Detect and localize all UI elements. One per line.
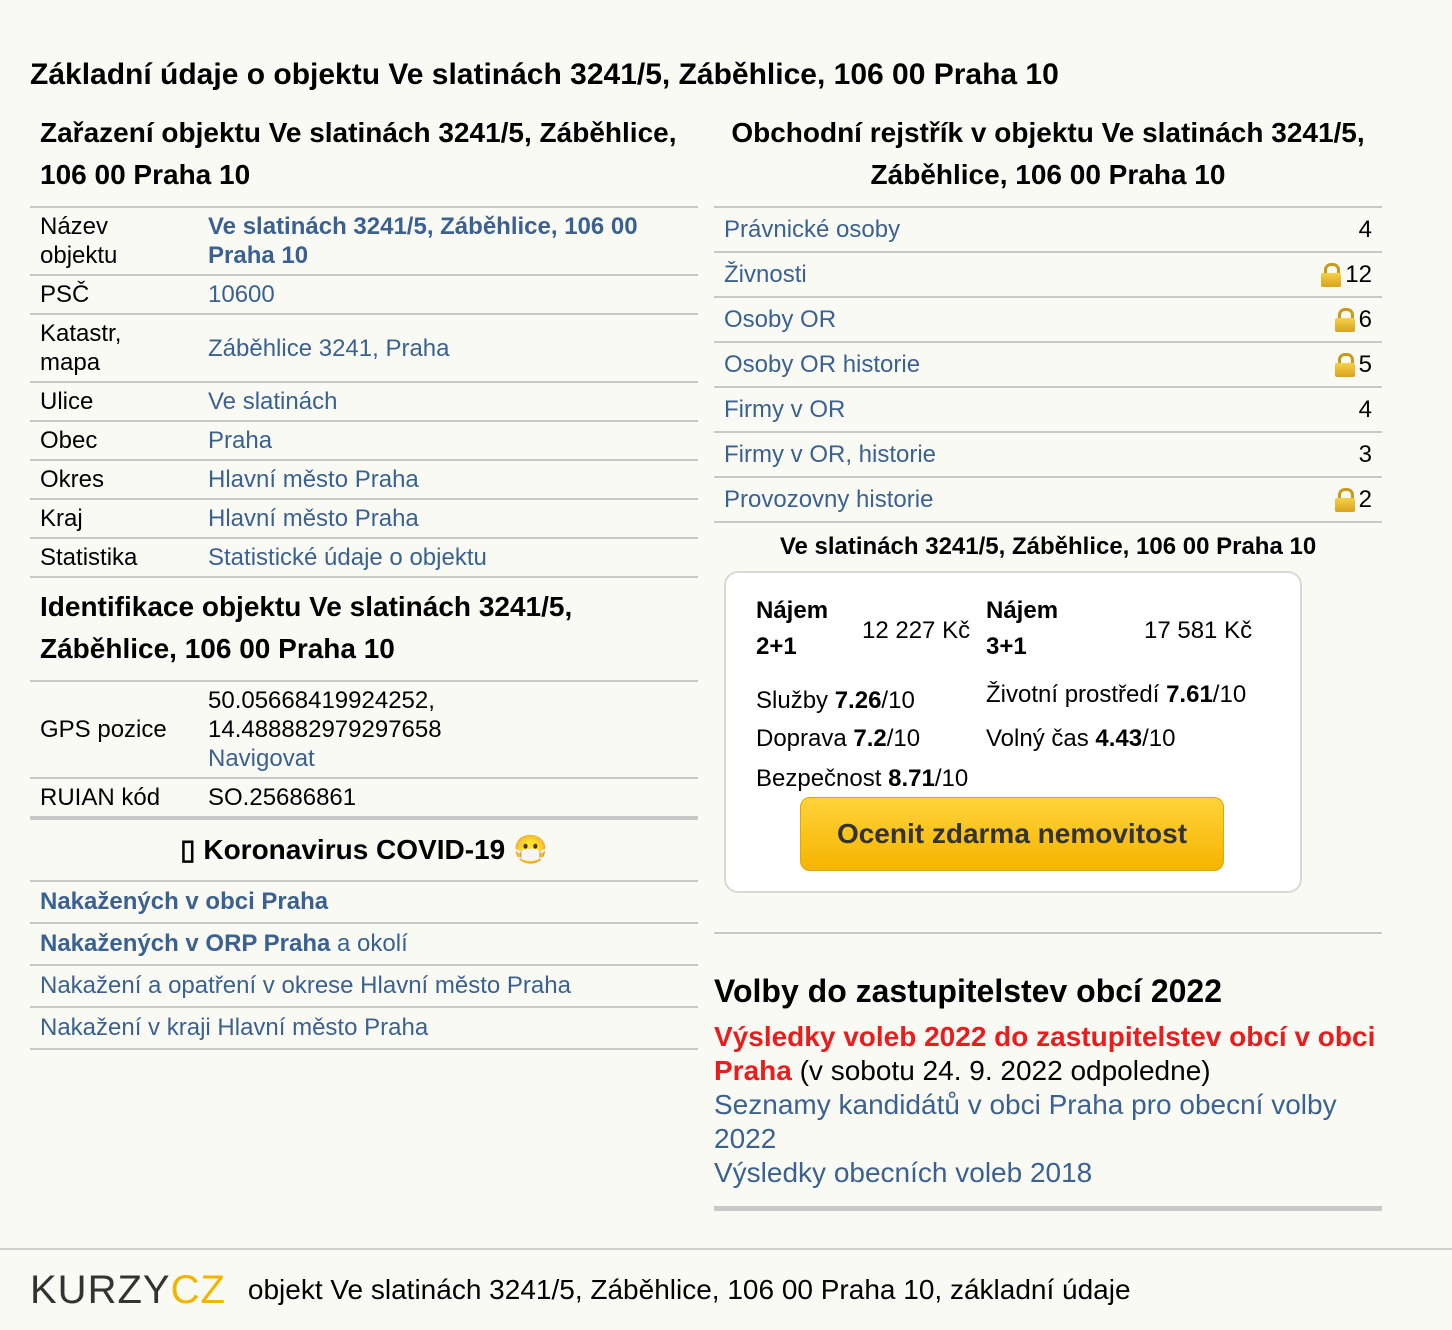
zivotni-prostredi-score: Životní prostředí 7.61/10 (986, 681, 1247, 708)
obec-link[interactable]: Praha (208, 427, 272, 454)
table-row: RUIAN kód SO.25686861 (30, 777, 698, 818)
najem-2plus1-value: 12 227 Kč (862, 617, 971, 644)
row-key: GPS pozice (30, 680, 198, 778)
kurzy-logo[interactable]: KURZYCZ (30, 1268, 226, 1313)
table-row: PSČ 10600 (30, 274, 698, 314)
kandidati-link[interactable]: Seznamy kandidátů v obci Praha pro obecn… (714, 1089, 1337, 1154)
najem-3plus1-value: 17 581 Kč (1144, 617, 1253, 644)
navigate-link[interactable]: Navigovat (208, 745, 315, 772)
lock-icon (1334, 307, 1355, 332)
doprava-score: Doprava 7.2/10 (756, 725, 921, 752)
identifikace-table: GPS pozice 50.05668419924252, 14.4888829… (30, 680, 698, 818)
lock-icon (1321, 262, 1342, 287)
right-column: Obchodní rejstřík v objektu Ve slatinách… (714, 110, 1382, 893)
volby-section: Volby do zastupitelstev obcí 2022 Výsled… (714, 932, 1382, 1211)
table-row: Obec Praha (30, 420, 698, 460)
list-item: Nakažených v obci Praha (30, 882, 698, 924)
row-key: Okres (30, 459, 198, 499)
rejstrik-list: Právnické osoby 4 Živnosti 12 Osoby OR 6… (714, 206, 1382, 523)
covid-okres-link[interactable]: Nakažení a opatření v okrese Hlavní měst… (40, 972, 571, 999)
count: 2 (1358, 485, 1372, 513)
volby-results-line: Výsledky voleb 2022 do zastupitelstev ob… (714, 1020, 1382, 1088)
okres-link[interactable]: Hlavní město Praha (208, 466, 419, 493)
provozovny-historie-link[interactable]: Provozovny historie (724, 486, 933, 514)
psc-link[interactable]: 10600 (208, 281, 275, 308)
ulice-link[interactable]: Ve slatinách (208, 388, 337, 415)
rejstrik-heading: Obchodní rejstřík v objektu Ve slatinách… (731, 117, 1365, 190)
list-item: Nakažení a opatření v okrese Hlavní měst… (30, 966, 698, 1008)
list-item: Živnosti 12 (714, 253, 1382, 298)
table-row: Ulice Ve slatinách (30, 381, 698, 421)
table-row: GPS pozice 50.05668419924252, 14.4888829… (30, 680, 698, 778)
table-row: Okres Hlavní město Praha (30, 459, 698, 499)
firmy-or-link[interactable]: Firmy v OR (724, 396, 845, 424)
gps-lon: 14.488882979297658 (208, 716, 442, 743)
kraj-link[interactable]: Hlavní město Praha (208, 505, 419, 532)
volby-heading: Volby do zastupitelstev obcí 2022 (714, 973, 1222, 1009)
zivnosti-link[interactable]: Živnosti (724, 261, 807, 289)
count: 5 (1358, 350, 1372, 378)
najem-3plus1-label: Nájem 3+1 (986, 597, 1059, 660)
row-key: Katastr, mapa (30, 313, 198, 382)
zarazeni-heading: Zařazení objektu Ve slatinách 3241/5, Zá… (40, 117, 677, 190)
covid-orp-link[interactable]: Nakažených v ORP Praha a okolí (40, 930, 408, 957)
row-key: PSČ (30, 274, 198, 314)
sluzby-score: Služby 7.26/10 (756, 687, 915, 714)
list-item: Právnické osoby 4 (714, 208, 1382, 253)
list-item: Nakažených v ORP Praha a okolí (30, 924, 698, 966)
ocenit-nemovitost-button[interactable]: Ocenit zdarma nemovitost (800, 797, 1224, 871)
volby-date-note: (v sobotu 24. 9. 2022 odpoledne) (791, 1055, 1211, 1086)
volby-2018-link[interactable]: Výsledky obecních voleb 2018 (714, 1157, 1092, 1188)
list-item: Osoby OR 6 (714, 298, 1382, 343)
lock-icon (1334, 352, 1355, 377)
row-key: RUIAN kód (30, 777, 198, 818)
bezpecnost-score: Bezpečnost 8.71/10 (756, 765, 969, 792)
count: 6 (1358, 305, 1372, 333)
osoby-or-link[interactable]: Osoby OR (724, 306, 836, 334)
list-item: Firmy v OR 4 (714, 388, 1382, 433)
left-column: Zařazení objektu Ve slatinách 3241/5, Zá… (30, 110, 698, 1050)
footer: KURZYCZ objekt Ve slatinách 3241/5, Zábě… (0, 1248, 1452, 1330)
object-name-link[interactable]: Ve slatinách 3241/5, Záběhlice, 106 00 P… (208, 213, 638, 269)
row-key: Kraj (30, 498, 198, 538)
count: 12 (1345, 260, 1372, 288)
zarazeni-table: Název objektu Ve slatinách 3241/5, Záběh… (30, 206, 698, 578)
row-key: Obec (30, 420, 198, 460)
covid-heading: ▯ Koronavirus COVID-19 😷 (30, 818, 698, 880)
count: 4 (1358, 395, 1372, 423)
firmy-or-historie-link[interactable]: Firmy v OR, historie (724, 441, 936, 469)
row-key: Statistika (30, 537, 198, 578)
pravnicke-osoby-link[interactable]: Právnické osoby (724, 216, 900, 244)
list-item: Firmy v OR, historie 3 (714, 433, 1382, 478)
row-key: Název objektu (30, 206, 198, 275)
count: 4 (1358, 215, 1372, 243)
najem-2plus1-label: Nájem 2+1 (756, 597, 829, 660)
price-box: Nájem 2+1 12 227 Kč Nájem 3+1 17 581 Kč Sl… (724, 571, 1302, 893)
covid-kraj-link[interactable]: Nakažení v kraji Hlavní město Praha (40, 1014, 428, 1041)
list-item: Osoby OR historie 5 (714, 343, 1382, 388)
identifikace-heading: Identifikace objektu Ve slatinách 3241/5… (40, 591, 573, 664)
katastr-link[interactable]: Záběhlice 3241, Praha (208, 335, 450, 362)
covid-list: Nakažených v obci Praha Nakažených v ORP… (30, 880, 698, 1050)
osoby-or-historie-link[interactable]: Osoby OR historie (724, 351, 920, 379)
gps-value: 50.05668419924252, 14.488882979297658 Na… (198, 680, 698, 778)
footer-text: objekt Ve slatinách 3241/5, Záběhlice, 1… (247, 1274, 1131, 1305)
row-key: Ulice (30, 381, 198, 421)
page-title: Základní údaje o objektu Ve slatinách 32… (30, 58, 1059, 91)
lock-icon (1334, 487, 1355, 512)
count: 3 (1358, 440, 1372, 468)
list-item: Provozovny historie 2 (714, 478, 1382, 523)
table-row: Kraj Hlavní město Praha (30, 498, 698, 538)
ruian-value: SO.25686861 (198, 777, 698, 818)
table-row: Statistika Statistické údaje o objektu (30, 537, 698, 578)
list-item: Nakažení v kraji Hlavní město Praha (30, 1008, 698, 1050)
gps-lat: 50.05668419924252, (208, 687, 435, 714)
statistika-link[interactable]: Statistické údaje o objektu (208, 544, 487, 571)
volny-cas-score: Volný čas 4.43/10 (986, 725, 1176, 752)
table-row: Katastr, mapa Záběhlice 3241, Praha (30, 313, 698, 382)
table-row: Název objektu Ve slatinách 3241/5, Záběh… (30, 206, 698, 275)
covid-obec-link[interactable]: Nakažených v obci Praha (40, 888, 328, 915)
price-address-heading: Ve slatinách 3241/5, Záběhlice, 106 00 P… (779, 533, 1317, 560)
